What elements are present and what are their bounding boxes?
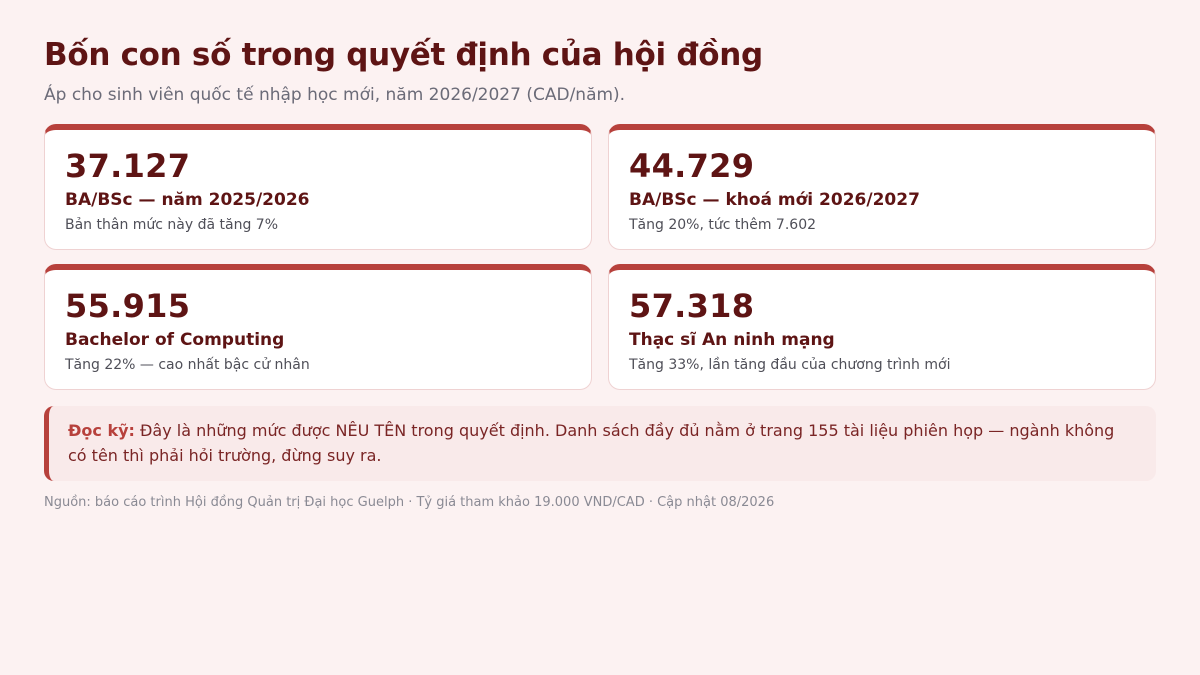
stat-card-cybersecurity: 57.318 Thạc sĩ An ninh mạng Tăng 33%, lầ… bbox=[608, 264, 1156, 390]
stat-value: 44.729 bbox=[629, 147, 755, 185]
stat-card-ba-2025: 37.127 BA/BSc — năm 2025/2026 Bản thân m… bbox=[44, 124, 592, 250]
source-footer: Nguồn: báo cáo trình Hội đồng Quản trị Đ… bbox=[44, 495, 775, 510]
page: Bốn con số trong quyết định của hội đồng… bbox=[0, 0, 1200, 675]
stat-label: Thạc sĩ An ninh mạng bbox=[629, 330, 835, 350]
notice-text: Đây là những mức được NÊU TÊN trong quyế… bbox=[68, 421, 1115, 465]
stat-card-computing: 55.915 Bachelor of Computing Tăng 22% — … bbox=[44, 264, 592, 390]
page-subtitle: Áp cho sinh viên quốc tế nhập học mới, n… bbox=[44, 85, 626, 105]
stat-value: 57.318 bbox=[629, 287, 755, 325]
stat-card-ba-2026: 44.729 BA/BSc — khoá mới 2026/2027 Tăng … bbox=[608, 124, 1156, 250]
stat-label: BA/BSc — năm 2025/2026 bbox=[65, 190, 310, 210]
stat-note: Tăng 22% — cao nhất bậc cử nhân bbox=[65, 357, 310, 373]
page-title: Bốn con số trong quyết định của hội đồng bbox=[44, 37, 763, 73]
stat-note: Bản thân mức này đã tăng 7% bbox=[65, 217, 279, 233]
stat-note: Tăng 33%, lần tăng đầu của chương trình … bbox=[629, 357, 951, 373]
stat-value: 55.915 bbox=[65, 287, 191, 325]
notice-callout: Đọc kỹ: Đây là những mức được NÊU TÊN tr… bbox=[44, 406, 1156, 481]
stat-value: 37.127 bbox=[65, 147, 191, 185]
stat-label: Bachelor of Computing bbox=[65, 330, 285, 350]
stat-label: BA/BSc — khoá mới 2026/2027 bbox=[629, 190, 920, 210]
stat-note: Tăng 20%, tức thêm 7.602 bbox=[629, 217, 817, 233]
notice-heading: Đọc kỹ: bbox=[68, 421, 135, 440]
stat-card-grid: 37.127 BA/BSc — năm 2025/2026 Bản thân m… bbox=[44, 124, 1156, 390]
